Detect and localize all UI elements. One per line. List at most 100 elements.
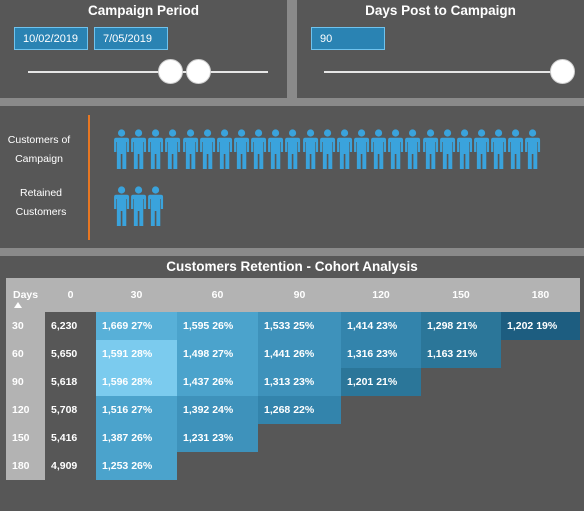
sort-ascending-icon bbox=[14, 302, 22, 308]
column-header-30: 30 bbox=[96, 278, 177, 312]
cohort-row: 30 6,230 1,669 27% 1,595 26% 1,533 25% 1,414 … bbox=[6, 312, 580, 340]
customers-of-campaign-label-line2: Campaign bbox=[15, 153, 63, 165]
cohort-empty-cell bbox=[501, 368, 580, 396]
cohort-cell: 1,516 27% bbox=[96, 396, 177, 424]
cohort-empty-cell bbox=[421, 452, 501, 480]
days-post-slider-track[interactable] bbox=[324, 71, 571, 73]
cohort-day-label: 150 bbox=[6, 424, 45, 452]
days-column-header[interactable]: Days bbox=[6, 278, 45, 312]
person-icon bbox=[131, 129, 147, 169]
person-icon bbox=[268, 129, 284, 169]
days-post-input[interactable]: 90 bbox=[311, 27, 385, 50]
cohort-row: 150 5,416 1,387 26% 1,231 23% bbox=[6, 424, 580, 452]
person-icon bbox=[474, 129, 490, 169]
person-icon bbox=[319, 129, 335, 169]
person-icon bbox=[302, 129, 318, 169]
cohort-cell: 1,591 28% bbox=[96, 340, 177, 368]
person-icon bbox=[525, 129, 541, 169]
cohort-cell: 1,437 26% bbox=[177, 368, 258, 396]
person-icon bbox=[234, 129, 250, 169]
cohort-cell: 1,268 22% bbox=[258, 396, 341, 424]
person-icon bbox=[422, 129, 438, 169]
cohort-cell: 1,253 26% bbox=[96, 452, 177, 480]
cohort-base-value: 5,650 bbox=[45, 340, 96, 368]
person-icon bbox=[148, 186, 164, 226]
cohort-empty-cell bbox=[421, 424, 501, 452]
column-header-120: 120 bbox=[341, 278, 421, 312]
person-icon bbox=[388, 129, 404, 169]
person-icon bbox=[336, 129, 352, 169]
person-icon bbox=[285, 129, 301, 169]
cohort-cell: 1,298 21% bbox=[421, 312, 501, 340]
cohort-table: Days 0 30 60 90 120 150 180 30 6,230 1,669… bbox=[6, 278, 580, 480]
cohort-cell: 1,316 23% bbox=[341, 340, 421, 368]
person-icon bbox=[131, 186, 147, 226]
person-icon bbox=[491, 129, 507, 169]
person-icon bbox=[439, 129, 455, 169]
cohort-empty-cell bbox=[421, 368, 501, 396]
customers-of-campaign-label: Customers of Campaign bbox=[4, 131, 74, 169]
cohort-empty-cell bbox=[177, 452, 258, 480]
person-icon bbox=[251, 129, 267, 169]
cohort-empty-cell bbox=[258, 424, 341, 452]
days-header-label: Days bbox=[13, 289, 39, 301]
cohort-cell: 1,201 21% bbox=[341, 368, 421, 396]
cohort-day-label: 30 bbox=[6, 312, 45, 340]
cohort-empty-cell bbox=[501, 452, 580, 480]
cohort-base-value: 5,416 bbox=[45, 424, 96, 452]
cohort-base-value: 5,618 bbox=[45, 368, 96, 396]
campaign-customers-icons bbox=[113, 129, 542, 169]
cohort-day-label: 120 bbox=[6, 396, 45, 424]
person-icon bbox=[148, 129, 164, 169]
person-icon bbox=[165, 129, 181, 169]
person-icon bbox=[456, 129, 472, 169]
person-icon bbox=[371, 129, 387, 169]
person-icon bbox=[199, 129, 215, 169]
cohort-empty-cell bbox=[501, 340, 580, 368]
cohort-empty-cell bbox=[341, 424, 421, 452]
days-post-title: Days Post to Campaign bbox=[365, 3, 516, 18]
cohort-cell: 1,231 23% bbox=[177, 424, 258, 452]
date-range-slider-track[interactable] bbox=[28, 71, 268, 73]
person-icon bbox=[508, 129, 524, 169]
retained-customers-label-line2: Customers bbox=[15, 206, 67, 218]
cohort-cell: 1,441 26% bbox=[258, 340, 341, 368]
days-post-slider-handle[interactable] bbox=[550, 59, 575, 84]
end-date-slider-handle[interactable] bbox=[186, 59, 211, 84]
column-header-60: 60 bbox=[177, 278, 258, 312]
column-header-150: 150 bbox=[421, 278, 501, 312]
cohort-row: 60 5,650 1,591 28% 1,498 27% 1,441 26% 1,316 … bbox=[6, 340, 580, 368]
person-icon bbox=[114, 186, 130, 226]
cohort-cell: 1,387 26% bbox=[96, 424, 177, 452]
campaign-period-title: Campaign Period bbox=[87, 3, 200, 18]
cohort-base-value: 5,708 bbox=[45, 396, 96, 424]
cohort-empty-cell bbox=[258, 452, 341, 480]
cohort-cell: 1,163 21% bbox=[421, 340, 501, 368]
customers-of-campaign-label-line1: Customers of bbox=[7, 134, 71, 146]
person-icon bbox=[182, 129, 198, 169]
cohort-cell: 1,669 27% bbox=[96, 312, 177, 340]
cohort-cell: 1,595 26% bbox=[177, 312, 258, 340]
cohort-row: 120 5,708 1,516 27% 1,392 24% 1,268 22% bbox=[6, 396, 580, 424]
column-header-0: 0 bbox=[45, 278, 96, 312]
start-date-input[interactable]: 10/02/2019 bbox=[14, 27, 88, 50]
cohort-cell: 1,596 28% bbox=[96, 368, 177, 396]
end-date-input[interactable]: 7/05/2019 bbox=[94, 27, 168, 50]
cohort-cell: 1,533 25% bbox=[258, 312, 341, 340]
cohort-header-row: Days 0 30 60 90 120 150 180 bbox=[6, 278, 580, 312]
cohort-cell: 1,313 23% bbox=[258, 368, 341, 396]
cohort-base-value: 6,230 bbox=[45, 312, 96, 340]
start-date-slider-handle[interactable] bbox=[158, 59, 183, 84]
person-icon bbox=[216, 129, 232, 169]
cohort-cell: 1,414 23% bbox=[341, 312, 421, 340]
cohort-empty-cell bbox=[501, 396, 580, 424]
cohort-day-label: 180 bbox=[6, 452, 45, 480]
person-icon bbox=[354, 129, 370, 169]
cohort-day-label: 60 bbox=[6, 340, 45, 368]
cohort-empty-cell bbox=[341, 452, 421, 480]
cohort-cell: 1,498 27% bbox=[177, 340, 258, 368]
cohort-day-label: 90 bbox=[6, 368, 45, 396]
column-header-180: 180 bbox=[501, 278, 580, 312]
cohort-empty-cell bbox=[341, 396, 421, 424]
days-post-panel: Days Post to Campaign 90 bbox=[297, 0, 584, 98]
